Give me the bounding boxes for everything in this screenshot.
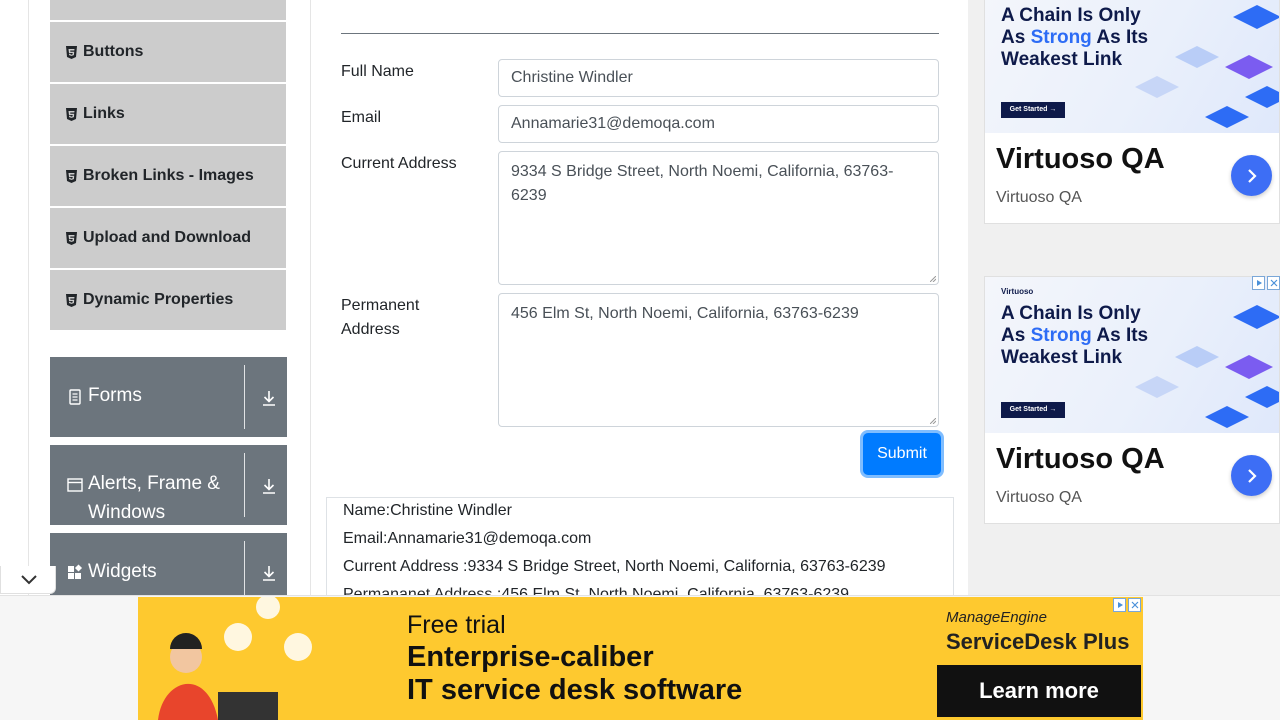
group-header-forms[interactable]: Forms [50, 357, 287, 437]
chain-blocks-illustration [1135, 5, 1279, 128]
window-icon [67, 477, 83, 493]
current-address-label: Current Address [341, 155, 457, 172]
page: Buttons Links Broken Links - Images Uplo… [0, 0, 1280, 720]
group-header-widgets[interactable]: Widgets [50, 533, 287, 595]
close-icon[interactable] [1128, 598, 1141, 612]
chain-blocks-illustration [1135, 305, 1279, 428]
adchoices-icon[interactable] [1113, 598, 1126, 612]
group-separator [244, 365, 245, 429]
ad-line-1: Free trial [407, 611, 506, 639]
left-gutter-line [28, 0, 29, 600]
ad-subtitle: Virtuoso QA [996, 189, 1082, 206]
ad-brand: Virtuoso [1001, 287, 1034, 296]
form-divider [341, 33, 939, 34]
adchoices-icon[interactable] [1252, 276, 1265, 290]
html5-icon [66, 45, 77, 59]
menu-item-dynamic-properties[interactable]: Dynamic Properties [50, 270, 286, 332]
submit-button[interactable]: Submit [863, 433, 941, 475]
collapse-ad-button[interactable] [0, 566, 56, 594]
menu-item-broken-links[interactable]: Broken Links - Images [50, 146, 286, 208]
ad-headline: A Chain Is Only As Strong As Its Weakest… [1001, 303, 1149, 368]
menu-item-label: Dynamic Properties [83, 291, 234, 308]
ad-card-virtuoso-2[interactable]: Virtuoso A Chain Is Only As Strong As It… [984, 276, 1280, 524]
ad-brand-servicedesk: ServiceDesk Plus [946, 629, 1130, 654]
permanent-address-textarea[interactable]: 456 Elm St, North Noemi, California, 637… [498, 293, 939, 427]
group-label: Widgets [88, 561, 157, 582]
group-label: Forms [88, 385, 142, 406]
menu-item-links[interactable]: Links [50, 84, 286, 146]
permanent-address-label-line-2: Address [341, 321, 400, 338]
chevron-down-icon [21, 575, 37, 585]
permanent-address-label-line-1: Permanent [341, 297, 420, 314]
download-icon[interactable] [260, 389, 278, 407]
group-label-line-1: Alerts, Frame & [88, 473, 220, 494]
permanent-address-text: 456 Elm St, North Noemi, California, 637… [511, 305, 859, 322]
menu-item-label: Links [83, 105, 125, 122]
full-name-input[interactable]: Christine Windler [498, 59, 939, 97]
ad-card-virtuoso-1[interactable]: A Chain Is Only As Strong As Its Weakest… [984, 0, 1280, 224]
group-separator [244, 453, 245, 517]
ad-headline: A Chain Is Only As Strong As Its Weakest… [1001, 5, 1149, 70]
elements-menu-list: Buttons Links Broken Links - Images Uplo… [50, 0, 286, 332]
document-icon [67, 389, 83, 405]
menu-item-upload-download[interactable]: Upload and Download [50, 208, 286, 270]
sidebar-divider [310, 0, 311, 600]
ad-subtitle: Virtuoso QA [996, 489, 1082, 506]
group-separator [244, 541, 245, 595]
ad-open-button[interactable] [1231, 455, 1272, 496]
ad-open-button[interactable] [1231, 155, 1272, 196]
menu-item-label: Buttons [83, 43, 144, 60]
output-name: Name:Christine Windler [343, 502, 512, 519]
ad-banner-image: Virtuoso A Chain Is Only As Strong As It… [985, 277, 1279, 433]
current-address-text: 9334 S Bridge Street, North Noemi, Calif… [511, 163, 894, 204]
html5-icon [66, 293, 77, 307]
menu-item-label: Upload and Download [83, 229, 251, 246]
menu-item-label: Broken Links - Images [83, 167, 254, 184]
adchoices-badge[interactable] [1252, 276, 1280, 290]
ad-get-started-button[interactable]: Get Started → [1001, 102, 1065, 118]
download-icon[interactable] [260, 477, 278, 495]
close-icon[interactable] [1267, 276, 1280, 290]
ad-line-2: Enterprise-caliber [407, 641, 654, 673]
menu-item-partial[interactable] [50, 0, 286, 22]
ad-get-started-button[interactable]: Get Started → [1001, 402, 1065, 418]
html5-icon [66, 169, 77, 183]
adchoices-badge[interactable] [1113, 598, 1143, 612]
email-label: Email [341, 109, 382, 126]
bottom-ad-manageengine[interactable]: Free trial Enterprise-caliber IT service… [138, 597, 1143, 720]
download-icon[interactable] [260, 564, 278, 582]
group-label-line-2: Windows [88, 502, 166, 523]
output-panel: Name:Christine Windler Email:Annamarie31… [326, 497, 954, 607]
chevron-right-icon [1247, 168, 1257, 183]
ad-brand-manageengine: ManageEngine [946, 609, 1047, 626]
menu-item-buttons[interactable]: Buttons [50, 22, 286, 84]
resize-grip-icon[interactable] [930, 276, 936, 282]
ad-title[interactable]: Virtuoso QA [996, 143, 1165, 176]
ad-title[interactable]: Virtuoso QA [996, 443, 1165, 476]
ad-line-3: IT service desk software [407, 674, 743, 706]
group-header-alerts-frame-windows[interactable]: Alerts, Frame & Windows [50, 445, 287, 525]
servicedesk-illustration [158, 597, 312, 720]
output-email: Email:Annamarie31@demoqa.com [343, 530, 592, 547]
html5-icon [66, 231, 77, 245]
widgets-icon [67, 564, 83, 580]
html5-icon [66, 107, 77, 121]
current-address-textarea[interactable]: 9334 S Bridge Street, North Noemi, Calif… [498, 151, 939, 285]
full-name-label: Full Name [341, 63, 414, 80]
email-input[interactable]: Annamarie31@demoqa.com [498, 105, 939, 143]
ad-banner-image: A Chain Is Only As Strong As Its Weakest… [985, 0, 1279, 133]
output-current-address: Current Address :9334 S Bridge Street, N… [343, 558, 886, 575]
resize-grip-icon[interactable] [930, 418, 936, 424]
learn-more-button[interactable]: Learn more [937, 665, 1141, 717]
chevron-right-icon [1247, 468, 1257, 483]
